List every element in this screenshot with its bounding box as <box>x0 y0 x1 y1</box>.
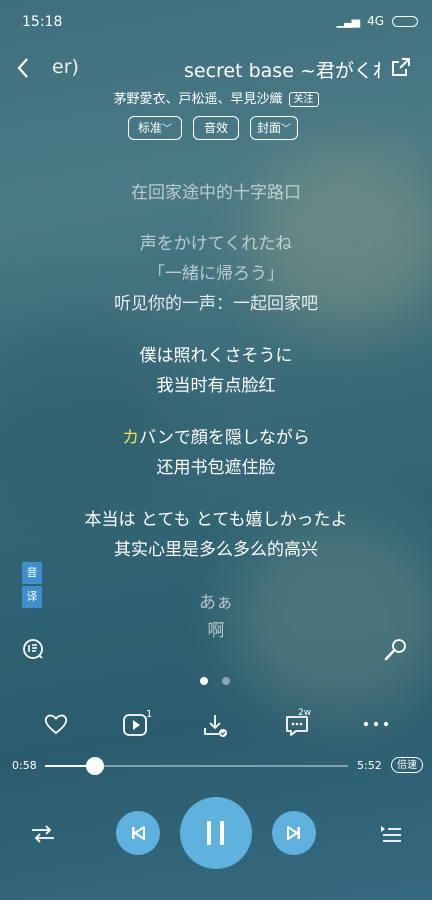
signal-icon: ▁▃▅ <box>336 14 360 28</box>
status-bar: 15:18 ▁▃▅ 4G <box>0 14 432 34</box>
back-icon[interactable] <box>10 54 36 82</box>
lyric-line: 声をかけてくれたね <box>139 234 293 254</box>
skip-previous-icon <box>132 826 145 840</box>
status-time: 15:18 <box>22 14 63 30</box>
comment-count: 2w <box>298 708 312 718</box>
pause-icon <box>207 821 224 845</box>
microphone-icon[interactable] <box>381 636 409 664</box>
playlist-icon[interactable] <box>376 820 406 848</box>
artist-row: 茅野愛衣、戸松遥、早見沙織 关注 <box>0 88 432 107</box>
lyric-line: 僕は照れくさそうに <box>139 346 293 366</box>
favorite-heart-icon[interactable] <box>42 710 70 738</box>
lyric-remainder: バンで顔を隠しながら <box>139 428 310 448</box>
current-time: 0:58 <box>12 759 37 772</box>
effect-button[interactable]: 音效 <box>193 116 239 140</box>
lyric-line: 「一緒に帰ろう」 <box>148 264 284 284</box>
romanization-toggle[interactable]: 音 <box>22 562 42 584</box>
cover-label: 封面 <box>256 121 281 135</box>
current-lyric-line: カバンで顔を隠しながら <box>0 423 432 453</box>
next-track-button[interactable] <box>272 811 316 855</box>
lyric-line: 在回家途中的十字路口 <box>131 183 301 203</box>
chevron-down-icon: ﹀ <box>281 124 291 135</box>
quality-label: 标准 <box>137 121 162 135</box>
more-icon[interactable] <box>360 712 392 736</box>
effect-label: 音效 <box>203 121 228 135</box>
mv-count: 1 <box>146 709 153 720</box>
share-icon[interactable] <box>388 54 414 80</box>
playback-speed-button[interactable]: 倍速 <box>391 757 423 773</box>
seek-thumb[interactable] <box>85 757 104 775</box>
pause-button[interactable] <box>180 797 252 869</box>
pager-dot <box>222 677 230 685</box>
skip-next-icon <box>287 826 300 840</box>
title-bar: er) secret base ~君がくれ <box>0 54 432 82</box>
network-label: 4G <box>367 14 384 28</box>
download-icon[interactable] <box>200 710 230 740</box>
artist-names[interactable]: 茅野愛衣、戸松遥、早見沙織 <box>113 92 282 107</box>
lyric-line: あぁ <box>199 593 233 613</box>
lyric-poster-icon[interactable] <box>20 636 46 662</box>
follow-button[interactable]: 关注 <box>288 92 319 107</box>
previous-track-button[interactable] <box>116 811 160 855</box>
lyric-line: 其实心里是多么多么的高兴 <box>114 540 318 560</box>
total-time: 5:52 <box>357 759 382 772</box>
lyric-line: 本当は とても とても嬉しかったよ <box>84 510 348 530</box>
pager-dot-active <box>200 677 208 685</box>
play-order-icon[interactable] <box>28 820 58 848</box>
previous-title-fragment: er) <box>52 56 79 78</box>
lyric-line: 我当时有点脸红 <box>156 376 276 396</box>
lyric-line: 听见你的一声：一起回家吧 <box>114 294 318 314</box>
cover-dropdown[interactable]: 封面﹀ <box>250 116 298 140</box>
lyric-progress-highlight: カ <box>122 428 140 448</box>
chevron-down-icon: ﹀ <box>162 124 172 135</box>
song-title: secret base ~君がくれ <box>184 60 380 82</box>
translation-toggle[interactable]: 译 <box>22 586 42 608</box>
lyric-line: 还用书包遮住脸 <box>156 458 276 478</box>
quality-dropdown[interactable]: 标准﹀ <box>128 116 182 140</box>
lyric-line: 啊 <box>207 621 225 641</box>
battery-icon <box>392 15 418 27</box>
seek-track[interactable] <box>45 757 348 775</box>
